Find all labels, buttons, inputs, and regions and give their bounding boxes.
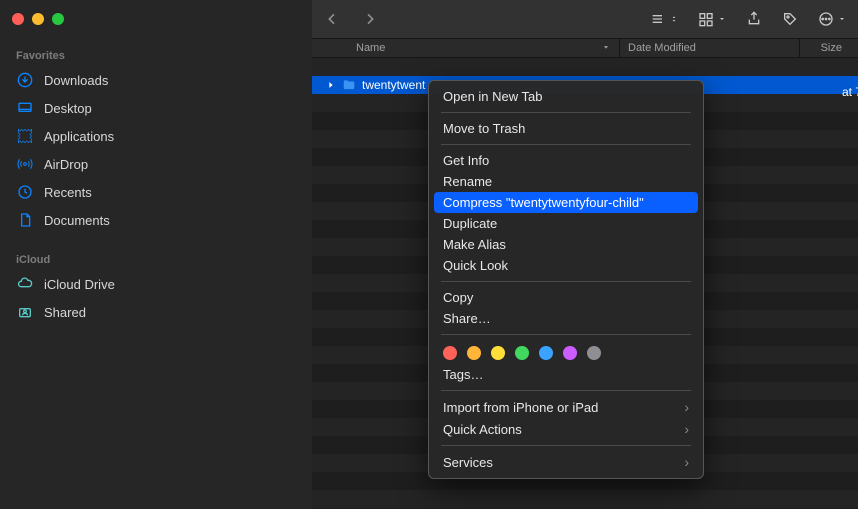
- sidebar-item-recents[interactable]: Recents: [8, 178, 304, 206]
- chevron-right-icon: ›: [684, 421, 689, 437]
- menu-quick-actions[interactable]: Quick Actions›: [429, 418, 703, 440]
- sidebar-item-airdrop[interactable]: AirDrop: [8, 150, 304, 178]
- disclosure-triangle-icon[interactable]: [326, 80, 336, 90]
- menu-tags[interactable]: Tags…: [429, 364, 703, 385]
- sidebar-item-icloud-drive[interactable]: iCloud Drive: [8, 270, 304, 298]
- minimize-window-button[interactable]: [32, 13, 44, 25]
- tag-color-dot[interactable]: [467, 346, 481, 360]
- column-name-header[interactable]: Name: [312, 39, 620, 57]
- menu-move-to-trash[interactable]: Move to Trash: [429, 118, 703, 139]
- sidebar-item-label: Shared: [44, 305, 86, 320]
- menu-tag-colors: [429, 340, 703, 364]
- menu-make-alias[interactable]: Make Alias: [429, 234, 703, 255]
- sidebar-item-label: AirDrop: [44, 157, 88, 172]
- chevron-right-icon: ›: [684, 399, 689, 415]
- column-size-label: Size: [821, 42, 842, 54]
- fullscreen-window-button[interactable]: [52, 13, 64, 25]
- sidebar-item-label: Recents: [44, 185, 92, 200]
- tag-color-dot[interactable]: [443, 346, 457, 360]
- menu-import-iphone[interactable]: Import from iPhone or iPad›: [429, 396, 703, 418]
- tag-color-dot[interactable]: [491, 346, 505, 360]
- menu-compress[interactable]: Compress "twentytwentyfour-child": [434, 192, 698, 213]
- tag-color-dot[interactable]: [515, 346, 529, 360]
- close-window-button[interactable]: [12, 13, 24, 25]
- sidebar-item-applications[interactable]: Applications: [8, 122, 304, 150]
- sidebar-item-shared[interactable]: Shared: [8, 298, 304, 326]
- menu-duplicate[interactable]: Duplicate: [429, 213, 703, 234]
- toolbar: [312, 0, 858, 38]
- download-icon: [16, 71, 34, 89]
- file-name: twentytwent: [362, 78, 425, 92]
- column-size-header[interactable]: Size: [800, 39, 858, 57]
- sidebar-item-label: Applications: [44, 129, 114, 144]
- column-name-label: Name: [356, 42, 385, 54]
- sidebar-item-downloads[interactable]: Downloads: [8, 66, 304, 94]
- sidebar-item-documents[interactable]: Documents: [8, 206, 304, 234]
- menu-services[interactable]: Services›: [429, 451, 703, 473]
- tag-color-dot[interactable]: [587, 346, 601, 360]
- sidebar-content: Favorites Downloads Desktop Applications…: [0, 38, 312, 326]
- sidebar-item-label: iCloud Drive: [44, 277, 115, 292]
- menu-open-new-tab[interactable]: Open in New Tab: [429, 86, 703, 107]
- sidebar-item-label: Documents: [44, 213, 110, 228]
- icloud-icon: [16, 275, 34, 293]
- share-button[interactable]: [746, 11, 762, 27]
- tags-button[interactable]: [782, 11, 798, 27]
- menu-rename[interactable]: Rename: [429, 171, 703, 192]
- tag-color-dot[interactable]: [563, 346, 577, 360]
- sidebar-item-label: Downloads: [44, 73, 108, 88]
- back-button[interactable]: [324, 11, 340, 27]
- column-date-header[interactable]: Date Modified: [620, 39, 800, 57]
- chevron-right-icon: ›: [684, 454, 689, 470]
- tag-color-dot[interactable]: [539, 346, 553, 360]
- sidebar: Favorites Downloads Desktop Applications…: [0, 0, 312, 509]
- column-date-label: Date Modified: [628, 42, 696, 54]
- menu-copy[interactable]: Copy: [429, 287, 703, 308]
- desktop-icon: [16, 99, 34, 117]
- sort-chevron-icon: [601, 42, 611, 55]
- sidebar-item-desktop[interactable]: Desktop: [8, 94, 304, 122]
- sidebar-item-label: Desktop: [44, 101, 92, 116]
- columns-header: Name Date Modified Size: [312, 38, 858, 58]
- shared-icon: [16, 303, 34, 321]
- clock-icon: [16, 183, 34, 201]
- more-button[interactable]: [818, 11, 846, 27]
- menu-get-info[interactable]: Get Info: [429, 150, 703, 171]
- traffic-lights: [12, 13, 64, 25]
- folder-icon: [342, 78, 356, 92]
- sidebar-section-icloud: iCloud: [8, 248, 304, 270]
- sidebar-section-favorites: Favorites: [8, 44, 304, 66]
- document-icon: [16, 211, 34, 229]
- group-button[interactable]: [698, 11, 726, 27]
- menu-quick-look[interactable]: Quick Look: [429, 255, 703, 276]
- titlebar: [0, 0, 312, 38]
- apps-icon: [16, 127, 34, 145]
- context-menu: Open in New Tab Move to Trash Get Info R…: [428, 80, 704, 479]
- menu-share[interactable]: Share…: [429, 308, 703, 329]
- file-date: at 7:07 PM: [842, 85, 858, 99]
- view-mode-button[interactable]: [650, 11, 678, 27]
- forward-button[interactable]: [362, 11, 378, 27]
- airdrop-icon: [16, 155, 34, 173]
